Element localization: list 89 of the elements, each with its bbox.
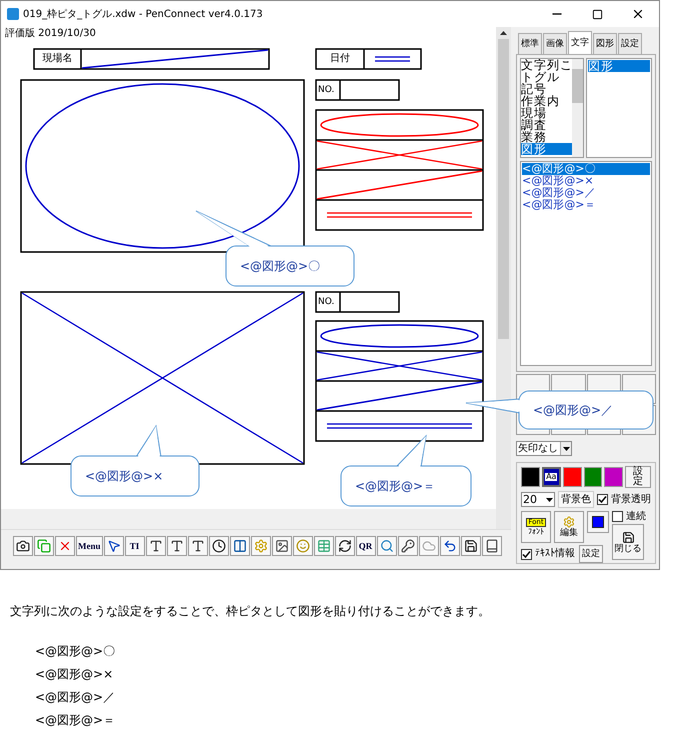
- list-item[interactable]: <@図形@>／: [522, 187, 650, 199]
- font-label: ﾌｫﾝﾄ: [528, 528, 544, 536]
- panel-tab[interactable]: 標準: [518, 33, 542, 54]
- example-text: <@図形@>〇: [35, 643, 116, 660]
- callout-text: <@図形@>／: [533, 404, 614, 416]
- caret-icon: [562, 446, 570, 450]
- camera-icon[interactable]: [16, 539, 30, 553]
- checkbox-label: ﾃｷｽﾄ情報: [535, 549, 575, 559]
- list-item[interactable]: 業務: [521, 131, 572, 143]
- list-item[interactable]: <@図形@>×: [522, 175, 650, 187]
- scrollbar[interactable]: [496, 27, 511, 529]
- example-text: <@図形@>×: [35, 666, 114, 683]
- list-item[interactable]: 図形: [521, 143, 572, 155]
- list-item[interactable]: 作業内: [521, 95, 572, 107]
- field-label: 現場名: [42, 52, 74, 66]
- checkbox[interactable]: [597, 494, 608, 505]
- close-icon[interactable]: [631, 7, 645, 21]
- toolbar-button[interactable]: Menu: [76, 536, 102, 556]
- search-icon[interactable]: [380, 539, 394, 553]
- field-label: NO.: [317, 84, 334, 97]
- book-icon[interactable]: [484, 539, 498, 553]
- callout-text: <@図形@>〇: [240, 260, 320, 272]
- field-label: NO.: [317, 296, 334, 309]
- color-swatch[interactable]: [562, 467, 582, 487]
- list-item[interactable]: 記号: [521, 83, 572, 95]
- type-icon[interactable]: [190, 539, 204, 553]
- type-icon[interactable]: [148, 539, 162, 553]
- color-swatch[interactable]: [521, 467, 540, 487]
- cursor-icon[interactable]: [106, 539, 120, 553]
- color-swatch[interactable]: Aa: [542, 467, 561, 487]
- checkbox[interactable]: [521, 548, 532, 560]
- scrollbar[interactable]: [572, 59, 583, 157]
- list-item[interactable]: 調査: [521, 119, 572, 131]
- double-line: [375, 56, 410, 62]
- clock-icon[interactable]: [212, 539, 226, 553]
- close-button[interactable]: 閉じる: [612, 524, 644, 560]
- color-settings-button[interactable]: 設定: [625, 466, 651, 488]
- field-label: 日付: [329, 52, 351, 66]
- undo-icon[interactable]: [442, 539, 456, 553]
- image-icon[interactable]: [274, 539, 288, 553]
- panel-tab[interactable]: 画像: [543, 33, 567, 54]
- color-preview-button[interactable]: [587, 511, 609, 533]
- entry-list[interactable]: <@図形@>〇 <@図形@>× <@図形@>／ <@図形@>＝: [520, 161, 652, 366]
- caret-icon: [546, 498, 553, 502]
- example-text: <@図形@>／: [35, 689, 116, 706]
- gear-icon: [563, 516, 575, 528]
- background-color-button[interactable]: 背景色: [558, 491, 594, 508]
- frames-icon[interactable]: [37, 539, 51, 553]
- delete-icon[interactable]: [58, 539, 72, 553]
- example-text: <@図形@>＝: [35, 712, 116, 729]
- toolbar-button[interactable]: QR: [356, 536, 376, 556]
- table-icon[interactable]: [316, 539, 330, 553]
- smile-icon[interactable]: [296, 539, 310, 553]
- checkbox-label: 連続: [626, 512, 646, 522]
- list-item[interactable]: <@図形@>＝: [522, 199, 650, 211]
- callout-text: <@図形@>＝: [355, 480, 436, 492]
- key-icon[interactable]: [400, 539, 414, 553]
- type-icon[interactable]: [170, 539, 184, 553]
- maximize-icon[interactable]: [592, 8, 603, 20]
- color-swatch[interactable]: [604, 467, 624, 487]
- subcategory-list[interactable]: 図形: [586, 58, 652, 158]
- checkbox-label: 背景透明: [611, 494, 651, 504]
- save-icon[interactable]: [464, 539, 478, 553]
- list-item[interactable]: 図形: [588, 60, 650, 72]
- arrow-dropdown[interactable]: 矢印なし: [516, 441, 572, 456]
- category-list[interactable]: 文字列こ トグル 記号 作業内 現場 調査 業務 図形: [520, 58, 584, 158]
- rotate-icon[interactable]: [338, 539, 352, 553]
- toolbar-button[interactable]: TI: [124, 536, 144, 556]
- description-text: 文字列に次のような設定をすることで、枠ピタとして図形を貼り付けることができます。: [10, 603, 491, 620]
- save-icon: [622, 530, 634, 544]
- list-item[interactable]: <@図形@>〇: [522, 163, 650, 175]
- edit-button[interactable]: 編集: [554, 511, 584, 543]
- window-title: 019_枠ピタ_トグル.xdw - PenConnect ver4.0.173: [23, 8, 264, 22]
- callout-text: <@図形@>×: [85, 470, 164, 482]
- scroll-up-icon[interactable]: [500, 31, 507, 35]
- trial-label: 評価版 2019/10/30: [4, 27, 97, 41]
- list-item[interactable]: 文字列こ: [521, 59, 572, 71]
- columns-icon[interactable]: [232, 539, 246, 553]
- list-item[interactable]: トグル: [521, 71, 572, 83]
- checkbox[interactable]: [612, 511, 623, 522]
- panel-tab[interactable]: 文字: [568, 31, 592, 54]
- app-icon: [7, 8, 19, 20]
- settings-button[interactable]: 設定: [579, 545, 603, 563]
- size-dropdown[interactable]: 20: [521, 492, 555, 507]
- color-swatch[interactable]: [584, 467, 602, 487]
- swatch-label: Aa: [545, 473, 558, 481]
- list-item[interactable]: 現場: [521, 107, 572, 119]
- panel-tab[interactable]: 図形: [593, 33, 617, 54]
- panel-tab[interactable]: 設定: [618, 33, 642, 54]
